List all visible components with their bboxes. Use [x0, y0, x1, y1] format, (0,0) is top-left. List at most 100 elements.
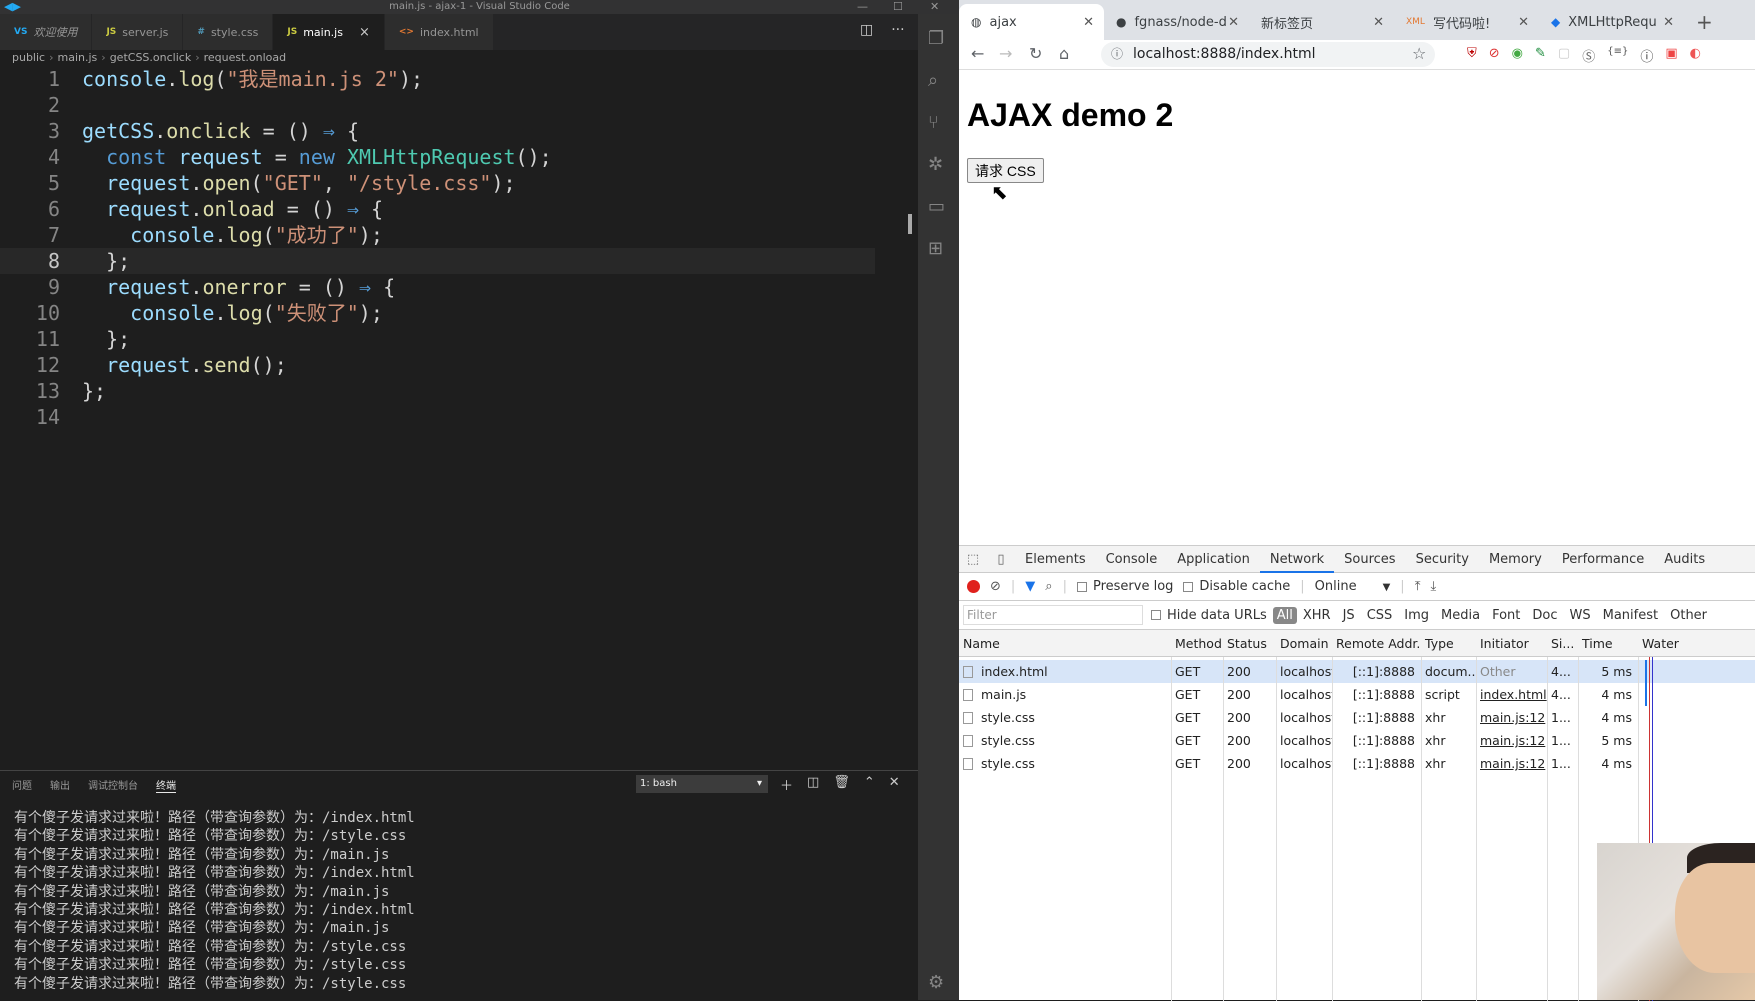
breadcrumb-item[interactable]: getCSS.onclick [110, 51, 192, 64]
tab-index-html[interactable]: <> index.html [384, 14, 494, 50]
browser-tab-newtab[interactable]: 新标签页 ✕ [1249, 4, 1394, 40]
filter-icon[interactable]: ▼ [1025, 579, 1035, 594]
tab-memory[interactable]: Memory [1479, 546, 1552, 573]
tab-performance[interactable]: Performance [1552, 546, 1654, 573]
throttle-select[interactable]: Online ▼ [1315, 579, 1391, 594]
col-remote-address[interactable]: Remote Addr... [1332, 630, 1421, 657]
home-icon[interactable]: ⌂ [1059, 44, 1069, 63]
initiator-link[interactable]: main.js:12 [1480, 756, 1545, 771]
browser-tab-mdn[interactable]: ◆ XMLHttpRequ ✕ [1539, 4, 1684, 40]
breadcrumb-item[interactable]: main.js [58, 51, 98, 64]
close-tab-icon[interactable]: ✕ [1663, 15, 1674, 30]
close-tab-icon[interactable]: × [359, 25, 370, 40]
breadcrumb-item[interactable]: public [12, 51, 45, 64]
initiator-link[interactable]: main.js:12 [1480, 710, 1545, 725]
split-editor-icon[interactable]: ◫ [860, 22, 873, 38]
filter-css[interactable]: CSS [1361, 608, 1399, 623]
filter-font[interactable]: Font [1486, 608, 1526, 623]
disable-cache-checkbox[interactable]: Disable cache [1183, 579, 1290, 594]
remote-explorer-icon[interactable]: ▭ [928, 196, 945, 217]
tab-console[interactable]: Console [1096, 546, 1168, 573]
import-har-icon[interactable]: ⤒ [1415, 579, 1421, 594]
close-tab-icon[interactable]: ✕ [1083, 15, 1094, 30]
close-tab-icon[interactable]: ✕ [1373, 15, 1384, 30]
new-tab-button[interactable]: + [1684, 4, 1725, 40]
col-initiator[interactable]: Initiator [1476, 630, 1547, 657]
record-icon[interactable] [967, 580, 980, 593]
trash-icon[interactable]: 🗑 [833, 775, 850, 794]
tab-sources[interactable]: Sources [1334, 546, 1405, 573]
breadcrumb-item[interactable]: request.onload [204, 51, 287, 64]
filter-ws[interactable]: WS [1564, 608, 1597, 623]
explorer-icon[interactable]: ❐ [928, 28, 944, 49]
col-time[interactable]: Time [1578, 630, 1638, 657]
back-icon[interactable]: ← [971, 44, 984, 63]
extension-icon[interactable]: Ⓢ [1582, 46, 1595, 65]
device-toolbar-icon[interactable]: ▯ [987, 552, 1015, 567]
table-row[interactable]: style.css GET 200 localhost [::1]:8888 x… [959, 706, 1755, 729]
code-editor[interactable]: 1 console.log("我是main.js 2"); 2 3 getCSS.o… [0, 64, 918, 770]
cell-initiator[interactable]: index.html [1476, 683, 1547, 706]
filter-img[interactable]: Img [1398, 608, 1435, 623]
tab-terminal[interactable]: 终端 [156, 777, 176, 793]
extension-icon[interactable]: ⓘ [1640, 46, 1653, 65]
filter-doc[interactable]: Doc [1526, 608, 1563, 623]
col-size[interactable]: Si... [1547, 630, 1578, 657]
filter-media[interactable]: Media [1435, 608, 1486, 623]
filter-other[interactable]: Other [1664, 608, 1713, 623]
extension-icon[interactable]: ▢ [1558, 46, 1570, 65]
terminal-select[interactable]: 1: bash ▾ [636, 775, 768, 793]
reload-icon[interactable]: ↻ [1029, 44, 1042, 63]
tab-welcome[interactable]: VS 欢迎使用 [0, 14, 93, 50]
extensions-icon[interactable]: ⊞ [928, 238, 943, 259]
evernote-icon[interactable]: ✎ [1535, 46, 1546, 65]
new-terminal-icon[interactable]: ＋ [780, 775, 793, 794]
filter-manifest[interactable]: Manifest [1597, 608, 1664, 623]
export-har-icon[interactable]: ⤓ [1430, 579, 1436, 594]
tab-output[interactable]: 输出 [50, 777, 70, 793]
preserve-log-checkbox[interactable]: Preserve log [1076, 579, 1173, 594]
source-control-icon[interactable]: ⑂ [928, 112, 939, 133]
tab-security[interactable]: Security [1406, 546, 1479, 573]
json-icon[interactable]: {≡} [1607, 46, 1628, 65]
table-row[interactable]: style.css GET 200 localhost [::1]:8888 x… [959, 729, 1755, 752]
extension-icon[interactable]: ◉ [1512, 46, 1523, 65]
forward-icon[interactable]: → [999, 44, 1012, 63]
filter-js[interactable]: JS [1337, 608, 1361, 623]
close-tab-icon[interactable]: ✕ [1518, 15, 1529, 30]
cell-initiator[interactable]: main.js:12 [1476, 752, 1547, 775]
minimize-icon[interactable]: — [857, 0, 868, 14]
bookmark-star-icon[interactable]: ☆ [1412, 44, 1426, 63]
table-row[interactable]: main.js GET 200 localhost [::1]:8888 scr… [959, 683, 1755, 706]
split-terminal-icon[interactable]: ◫ [807, 775, 819, 794]
close-tab-icon[interactable]: ✕ [1228, 15, 1239, 30]
cell-initiator[interactable]: main.js:12 [1476, 706, 1547, 729]
col-name[interactable]: Name [959, 630, 1171, 657]
initiator-link[interactable]: index.html [1480, 687, 1547, 702]
close-panel-icon[interactable]: ✕ [889, 775, 900, 794]
cell-initiator[interactable]: main.js:12 [1476, 729, 1547, 752]
tab-style-css[interactable]: # style.css [183, 14, 274, 50]
initiator-link[interactable]: main.js:12 [1480, 733, 1545, 748]
filter-xhr[interactable]: XHR [1297, 608, 1337, 623]
filter-input[interactable]: Filter [963, 605, 1143, 625]
browser-tab-ajax[interactable]: ◍ ajax ✕ [959, 4, 1104, 40]
tab-audits[interactable]: Audits [1654, 546, 1715, 573]
table-row[interactable]: style.css GET 200 localhost [::1]:8888 x… [959, 752, 1755, 775]
terminal-output[interactable]: 有个傻子发请求过来啦！路径（带查询参数）为：/index.html 有个傻子发请… [14, 809, 415, 993]
col-waterfall[interactable]: Water [1638, 630, 1755, 657]
inspect-element-icon[interactable]: ⬚ [959, 552, 987, 567]
tab-application[interactable]: Application [1167, 546, 1260, 573]
col-method[interactable]: Method [1171, 630, 1223, 657]
tab-network[interactable]: Network [1259, 546, 1335, 573]
extension-icon[interactable]: ◐ [1690, 46, 1701, 65]
col-type[interactable]: Type [1421, 630, 1476, 657]
address-bar[interactable]: ⓘ localhost:8888/index.html [1101, 42, 1435, 67]
clear-icon[interactable]: ⊘ [990, 579, 1001, 594]
tab-elements[interactable]: Elements [1015, 546, 1096, 573]
tab-server-js[interactable]: JS server.js [92, 14, 184, 50]
maximize-icon[interactable]: ☐ [893, 0, 903, 14]
tab-problems[interactable]: 问题 [12, 777, 32, 793]
col-status[interactable]: Status [1223, 630, 1276, 657]
maximize-panel-icon[interactable]: ⌃ [864, 775, 875, 794]
